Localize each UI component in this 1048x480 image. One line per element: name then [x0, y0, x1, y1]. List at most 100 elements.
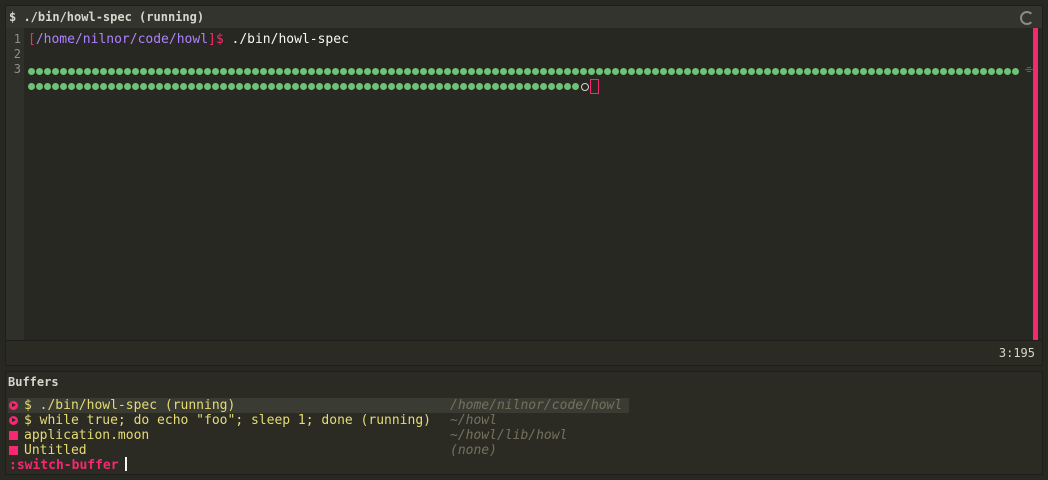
spec-pass-dot [76, 68, 83, 75]
spec-pass-dot [372, 83, 379, 90]
spec-pass-dot [996, 68, 1003, 75]
spec-pass-dot [532, 83, 539, 90]
spec-pass-dot [308, 68, 315, 75]
spec-pass-dot [868, 68, 875, 75]
buffer-directory: ~/howl/lib/howl [450, 428, 568, 443]
editor-content[interactable]: 1 2 3 [/home/nilnor/code/howl]$ ./bin/ho… [6, 28, 1042, 341]
buffer-text[interactable]: [/home/nilnor/code/howl]$ ./bin/howl-spe… [28, 32, 1033, 94]
spec-pass-dot [748, 68, 755, 75]
buffer-directory: (none) [450, 443, 497, 458]
spec-pass-dot [124, 83, 131, 90]
buffer-name: $ while true; do echo "foo"; sleep 1; do… [24, 413, 431, 428]
spec-pass-dot [140, 83, 147, 90]
spec-pass-dot [452, 83, 459, 90]
spec-pass-dot [52, 68, 59, 75]
spec-pass-dot [180, 83, 187, 90]
spec-pass-dot [68, 68, 75, 75]
spec-pass-dot [500, 68, 507, 75]
spec-pass-dot [172, 68, 179, 75]
spec-pass-dot [100, 83, 107, 90]
process-icon [9, 416, 18, 425]
spec-pass-dot [956, 68, 963, 75]
spec-pass-dot [476, 68, 483, 75]
spec-pass-dot [212, 68, 219, 75]
spec-pass-dot [372, 68, 379, 75]
file-icon [9, 446, 18, 455]
spec-pass-dot [596, 68, 603, 75]
buffer-directory: /home/nilnor/code/howl [450, 398, 623, 413]
spec-pass-dot [436, 83, 443, 90]
spec-pass-dot [788, 68, 795, 75]
spec-pass-dot [60, 83, 67, 90]
spec-pass-dot [220, 83, 227, 90]
prompt-command: ./bin/howl-spec [223, 32, 349, 47]
spec-pass-dot [108, 68, 115, 75]
spec-pass-dot [476, 83, 483, 90]
spec-pass-dot [164, 83, 171, 90]
spec-pass-dot [332, 83, 339, 90]
spec-pass-dot [204, 68, 211, 75]
spec-pass-dot [244, 83, 251, 90]
spec-pass-dot [436, 68, 443, 75]
command-line[interactable]: :switch-buffer [9, 457, 127, 473]
spec-pass-dot [708, 68, 715, 75]
spec-pass-dot [1012, 68, 1019, 75]
spec-pass-dot [364, 83, 371, 90]
spec-pass-dot [188, 68, 195, 75]
spec-pass-dot [300, 68, 307, 75]
spec-pass-dot [612, 68, 619, 75]
spec-pass-dot [548, 68, 555, 75]
spec-pass-dot [580, 68, 587, 75]
spec-pass-dot [500, 83, 507, 90]
spec-pass-dot [1004, 68, 1011, 75]
spec-pass-dot [332, 68, 339, 75]
spec-pass-dot [940, 68, 947, 75]
spec-pass-dot [380, 68, 387, 75]
buffer-list-item[interactable]: $ ./bin/howl-spec (running) /home/nilnor/… [8, 398, 629, 413]
spec-pass-dot [556, 68, 563, 75]
spec-pass-dot [604, 68, 611, 75]
spec-pass-dot [388, 68, 395, 75]
spec-pending-dot [581, 82, 589, 91]
spec-pass-dot [308, 83, 315, 90]
spec-pass-dot [428, 83, 435, 90]
spec-pass-dot [796, 68, 803, 75]
buffer-list-item[interactable]: $ while true; do echo "foo"; sleep 1; do… [8, 413, 1038, 428]
spec-pass-dot [188, 83, 195, 90]
scrollbar[interactable] [1033, 28, 1038, 341]
spec-pass-dot [516, 83, 523, 90]
spec-pass-dot [244, 68, 251, 75]
spec-pass-dot [92, 83, 99, 90]
spec-pass-dot [900, 68, 907, 75]
spec-pass-dot [124, 68, 131, 75]
wrap-indicator-icon: ⌯ [1025, 64, 1033, 75]
spec-pass-dot [260, 68, 267, 75]
spec-pass-dot [492, 68, 499, 75]
spec-pass-dot [412, 68, 419, 75]
spec-pass-dot [396, 68, 403, 75]
spec-pass-dot [948, 68, 955, 75]
spec-pass-dot [828, 68, 835, 75]
spec-pass-dot [428, 68, 435, 75]
spec-pass-dot [292, 83, 299, 90]
spec-pass-dot [196, 68, 203, 75]
spec-pass-dot [724, 68, 731, 75]
spec-pass-dot [196, 83, 203, 90]
prompt-line: [/home/nilnor/code/howl]$ ./bin/howl-spe… [28, 32, 1032, 47]
spec-pass-dot [972, 68, 979, 75]
buffer-list-item[interactable]: Untitled (none) [8, 443, 1038, 458]
buffer-name: application.moon [24, 428, 150, 443]
spec-pass-dot [284, 83, 291, 90]
spec-pass-dot [164, 68, 171, 75]
spec-pass-dot [316, 68, 323, 75]
buffer-list-item[interactable]: application.moon ~/howl/lib/howl [8, 428, 1038, 443]
spec-pass-dot [284, 68, 291, 75]
spec-pass-dot [228, 83, 235, 90]
progress-dots [28, 79, 599, 94]
editor-window: $ ./bin/howl-spec (running) 1 2 3 [/home… [5, 5, 1043, 366]
spec-pass-dot [116, 83, 123, 90]
spec-pass-dot [356, 68, 363, 75]
spec-pass-dot [572, 68, 579, 75]
buffers-title: Buffers [8, 375, 59, 389]
spec-pass-dot [44, 68, 51, 75]
